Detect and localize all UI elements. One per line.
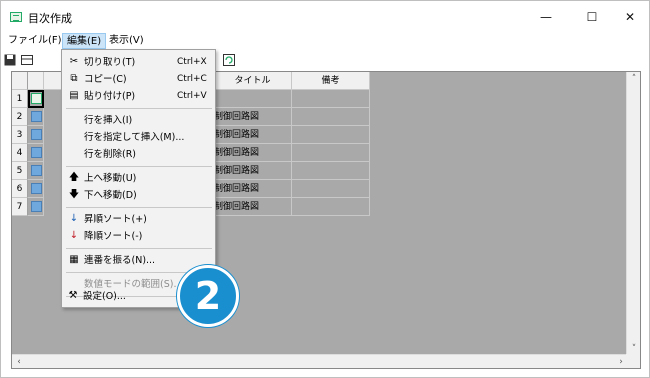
- refresh-icon[interactable]: [223, 54, 235, 66]
- menu-item-insert-row-at[interactable]: 行を指定して挿入(M)...: [64, 129, 214, 146]
- row-icon-cell[interactable]: [28, 198, 44, 216]
- menu-item-move-up[interactable]: 🡅 上へ移動(U): [64, 170, 214, 187]
- app-window: 目次作成 — ☐ ✕ ファイル(F) 編集(E) 表示(V) タイトル 備考 1…: [0, 0, 650, 378]
- title-bar: 目次作成 — ☐ ✕: [1, 1, 649, 32]
- title-cell[interactable]: [214, 90, 292, 108]
- sort-descending-icon: ↓: [69, 230, 79, 241]
- row-icon-cell[interactable]: [28, 90, 44, 108]
- note-cell[interactable]: [292, 108, 370, 126]
- row-number: 6: [12, 180, 28, 198]
- step-number-badge: 2: [177, 265, 239, 327]
- menu-item-label: 行を指定して挿入(M)...: [84, 132, 185, 143]
- table-icon[interactable]: [21, 54, 33, 66]
- menu-separator: [66, 166, 212, 167]
- row-icon-cell[interactable]: [28, 144, 44, 162]
- menu-item-label: コピー(C): [84, 74, 127, 85]
- menu-item-label: 昇順ソート(+): [84, 214, 147, 225]
- arrow-down-icon: 🡇: [68, 189, 80, 200]
- title-cell[interactable]: 制御回路図: [214, 126, 292, 144]
- menu-item-shortcut: Ctrl+V: [177, 91, 207, 101]
- menu-item-shortcut: Ctrl+X: [177, 57, 207, 67]
- menu-separator: [66, 207, 212, 208]
- note-column-header[interactable]: 備考: [292, 72, 370, 90]
- menu-item-delete-row[interactable]: 行を削除(R): [64, 146, 214, 163]
- paste-icon: ▤: [69, 90, 79, 101]
- scroll-up-icon[interactable]: ˄: [627, 72, 641, 86]
- arrow-up-icon: 🡅: [68, 172, 80, 183]
- note-cell[interactable]: [292, 198, 370, 216]
- menu-item-shortcut: Ctrl+C: [177, 74, 207, 84]
- document-icon: [31, 93, 42, 104]
- menu-item-label: 貼り付け(P): [84, 91, 136, 102]
- menu-item-label: 下へ移動(D): [84, 190, 137, 201]
- drawing-icon: [31, 129, 42, 140]
- menu-item-label: 上へ移動(U): [84, 173, 137, 184]
- row-icon-cell[interactable]: [28, 180, 44, 198]
- menu-separator: [66, 248, 212, 249]
- menu-item-move-down[interactable]: 🡇 下へ移動(D): [64, 187, 214, 204]
- menu-item-label: 行を挿入(I): [84, 115, 133, 126]
- scissors-icon: ✂: [69, 56, 79, 67]
- scroll-corner: [626, 354, 640, 368]
- maximize-button[interactable]: ☐: [572, 5, 612, 29]
- window-title: 目次作成: [28, 12, 72, 25]
- save-icon[interactable]: [4, 54, 16, 66]
- row-number: 3: [12, 126, 28, 144]
- title-cell[interactable]: 制御回路図: [214, 180, 292, 198]
- menu-item-label: 設定(O)...: [83, 291, 126, 302]
- icon-header: [28, 72, 44, 90]
- menu-edit[interactable]: 編集(E): [62, 33, 107, 49]
- note-cell[interactable]: [292, 126, 370, 144]
- row-icon-cell[interactable]: [28, 126, 44, 144]
- sort-ascending-icon: ↓: [69, 213, 79, 224]
- row-number: 2: [12, 108, 28, 126]
- vertical-scrollbar[interactable]: ˄ ˅: [626, 72, 640, 356]
- scroll-left-icon[interactable]: ‹: [12, 355, 26, 369]
- menu-item-label: 行を削除(R): [84, 149, 137, 160]
- row-number: 5: [12, 162, 28, 180]
- drawing-icon: [31, 111, 42, 122]
- row-number: 7: [12, 198, 28, 216]
- row-number: 1: [12, 90, 28, 108]
- menu-item-copy[interactable]: ⧉ コピー(C) Ctrl+C: [64, 71, 214, 88]
- menu-item-insert-row[interactable]: 行を挿入(I): [64, 112, 214, 129]
- title-cell[interactable]: 制御回路図: [214, 198, 292, 216]
- menu-item-label: 連番を振る(N)...: [84, 255, 156, 266]
- app-icon: [10, 12, 22, 22]
- numbering-icon: ▦: [69, 254, 79, 265]
- menu-item-label: 降順ソート(-): [84, 231, 143, 242]
- row-icon-cell[interactable]: [28, 108, 44, 126]
- note-cell[interactable]: [292, 180, 370, 198]
- menu-file[interactable]: ファイル(F): [4, 33, 66, 49]
- drawing-icon: [31, 183, 42, 194]
- drawing-icon: [31, 147, 42, 158]
- minimize-button[interactable]: —: [526, 5, 566, 29]
- settings-tools-icon: ⚒: [68, 290, 78, 301]
- title-cell[interactable]: 制御回路図: [214, 108, 292, 126]
- menu-bar: ファイル(F) 編集(E) 表示(V): [1, 32, 649, 50]
- drawing-icon: [31, 165, 42, 176]
- menu-item-sort-desc[interactable]: ↓ 降順ソート(-): [64, 228, 214, 245]
- menu-separator: [66, 108, 212, 109]
- menu-item-paste[interactable]: ▤ 貼り付け(P) Ctrl+V: [64, 88, 214, 105]
- title-column-header[interactable]: タイトル: [214, 72, 292, 90]
- menu-view[interactable]: 表示(V): [105, 33, 148, 49]
- note-cell[interactable]: [292, 162, 370, 180]
- row-icon-cell[interactable]: [28, 162, 44, 180]
- title-cell[interactable]: 制御回路図: [214, 162, 292, 180]
- corner-cell: [12, 72, 28, 90]
- menu-item-sort-asc[interactable]: ↓ 昇順ソート(+): [64, 211, 214, 228]
- title-cell[interactable]: 制御回路図: [214, 144, 292, 162]
- menu-item-label: 切り取り(T): [84, 57, 136, 68]
- menu-item-cut[interactable]: ✂ 切り取り(T) Ctrl+X: [64, 54, 214, 71]
- copy-icon: ⧉: [70, 73, 78, 84]
- menu-item-numbering[interactable]: ▦ 連番を振る(N)...: [64, 252, 214, 269]
- note-cell[interactable]: [292, 90, 370, 108]
- drawing-icon: [31, 201, 42, 212]
- horizontal-scrollbar[interactable]: ‹ ›: [12, 354, 628, 368]
- note-cell[interactable]: [292, 144, 370, 162]
- close-button[interactable]: ✕: [610, 5, 650, 29]
- row-number: 4: [12, 144, 28, 162]
